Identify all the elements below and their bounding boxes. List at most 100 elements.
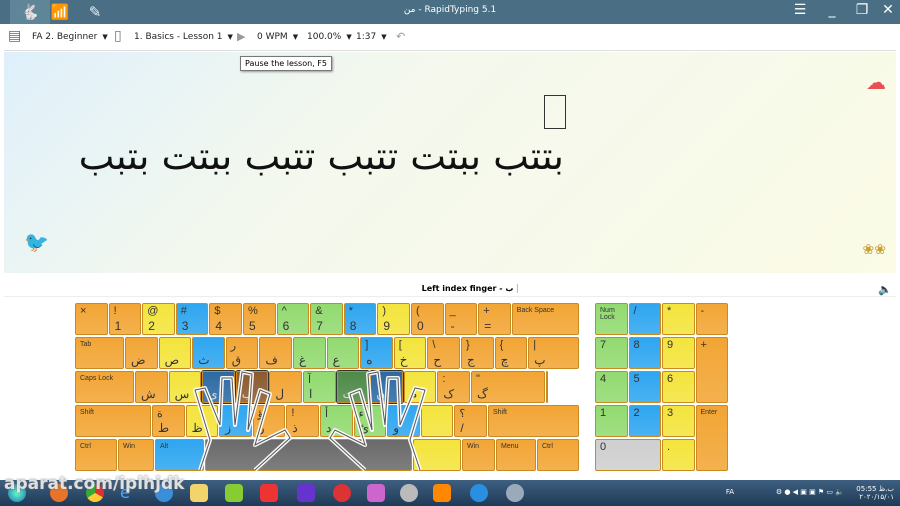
key-bottom-label: ئ bbox=[359, 421, 369, 435]
time-select[interactable]: 1:37 ▼ bbox=[356, 32, 387, 42]
key: ی bbox=[201, 370, 236, 404]
restore-button[interactable]: ❐ bbox=[850, 2, 874, 18]
key-top-label: ] bbox=[365, 339, 369, 351]
key-bottom-label: - bbox=[450, 319, 455, 333]
numpad-key: 6 bbox=[662, 371, 695, 403]
minimize-button[interactable]: _ bbox=[820, 2, 844, 18]
key-bottom-label: ت bbox=[342, 387, 354, 401]
key-bottom-label: پ bbox=[534, 353, 546, 367]
restart-icon[interactable]: ↶ bbox=[396, 30, 405, 43]
key-top-label: Ctrl bbox=[80, 443, 91, 450]
key-top-label: & bbox=[315, 305, 323, 317]
key-bottom-label: غ bbox=[299, 353, 307, 367]
time-label: 1:37 bbox=[356, 32, 377, 42]
toolbar: ▤ FA 2. Beginner ▼ ▯ 1. Basics - Lesson 1… bbox=[4, 24, 896, 51]
key-top-label: - bbox=[700, 305, 705, 317]
key-top-label: } bbox=[466, 339, 470, 351]
wpm-select[interactable]: 0 WPM ▼ bbox=[257, 32, 298, 42]
key: Ctrl bbox=[75, 439, 117, 471]
key bbox=[205, 439, 412, 471]
key-top-label: ( bbox=[416, 305, 420, 317]
key: " گ bbox=[471, 371, 546, 403]
key-bottom-label: و bbox=[393, 421, 399, 435]
key-bottom-label: ل bbox=[275, 387, 285, 401]
key: #3 bbox=[175, 303, 209, 335]
clock-date[interactable]: ۲۰۲۰/۱۵/۰۱ bbox=[856, 493, 894, 501]
key: & 7 bbox=[310, 303, 343, 335]
key-bottom-label: 8 bbox=[349, 319, 357, 333]
numpad-key: 7 bbox=[595, 337, 628, 369]
settings-icon[interactable] bbox=[400, 484, 418, 502]
numpad-key: * bbox=[662, 303, 695, 335]
key: {چ bbox=[494, 337, 528, 369]
play-pause-button[interactable]: ▶ bbox=[237, 30, 245, 43]
key-bottom-label: 3 bbox=[181, 319, 189, 333]
tray-icons[interactable]: ⚙ ● ◀ ▣ ▣ ⚑ ▭ 🔈 bbox=[776, 488, 844, 496]
key: ن bbox=[369, 370, 404, 404]
recorder-icon[interactable] bbox=[506, 484, 524, 502]
key: ض bbox=[125, 337, 158, 369]
key-top-label: % bbox=[248, 305, 258, 317]
key: ش bbox=[135, 371, 168, 403]
key: * 8 bbox=[343, 303, 377, 335]
key: ع bbox=[326, 337, 360, 369]
chevron-down-icon: ▼ bbox=[381, 33, 387, 41]
lesson-icon: ▯ bbox=[114, 28, 122, 44]
key: @2 bbox=[142, 303, 175, 335]
bluestacks-icon[interactable] bbox=[225, 484, 243, 502]
key: ظ bbox=[185, 405, 219, 437]
numpad-key: 2 bbox=[628, 405, 661, 437]
key-top-label: Win bbox=[467, 443, 480, 450]
key-bottom-label: ش bbox=[141, 387, 156, 401]
chevron-down-icon: ▼ bbox=[227, 33, 233, 41]
lesson-area[interactable]: ☁ 🐦 ❀❀ بتتب ببتت تتبب تتبب ببتت بتبب bbox=[4, 52, 896, 273]
media-icon[interactable] bbox=[297, 484, 315, 502]
key-top-label: Shift bbox=[80, 409, 95, 416]
key: ز bbox=[219, 405, 252, 437]
psiphon-icon[interactable] bbox=[333, 484, 351, 502]
key-top-label: Num Lock bbox=[600, 307, 615, 321]
key-top-label: * bbox=[348, 305, 354, 317]
key: (0 bbox=[411, 303, 444, 335]
language-indicator[interactable]: FA bbox=[726, 488, 734, 496]
explorer-icon[interactable] bbox=[190, 484, 208, 502]
key-top-label: Back Space bbox=[516, 307, 555, 314]
accuracy-select[interactable]: 100.0% ▼ bbox=[307, 32, 352, 42]
numpad-key: Enter bbox=[695, 405, 728, 471]
numpad-key: 1 bbox=[595, 405, 628, 437]
rapidtyping-taskbar-icon[interactable] bbox=[470, 484, 488, 502]
key-bottom-label: ض bbox=[131, 353, 146, 367]
key-bottom-label: ک bbox=[443, 387, 455, 401]
clock-time[interactable]: 05:55 ب.ظ bbox=[856, 485, 894, 493]
lesson-select[interactable]: 1. Basics - Lesson 1 ▼ bbox=[134, 32, 233, 42]
speaker-icon[interactable]: 🔈 bbox=[878, 283, 892, 296]
key: ^ 6 bbox=[276, 303, 310, 335]
key-bottom-label: 2 bbox=[148, 319, 155, 333]
key-bottom-label: گ bbox=[477, 387, 488, 401]
key: ءئ bbox=[353, 405, 387, 437]
key: Caps Lock bbox=[75, 371, 134, 403]
key-top-label: Menu bbox=[501, 443, 519, 450]
chevron-down-icon: ▼ bbox=[346, 33, 352, 41]
key-bottom-label: ص bbox=[164, 353, 180, 367]
key-bottom-label: ا bbox=[309, 387, 313, 401]
close-button[interactable]: ✕ bbox=[876, 2, 900, 18]
key: ؤر bbox=[252, 405, 286, 437]
key-top-label: + bbox=[483, 305, 490, 317]
anydesk-icon[interactable] bbox=[260, 484, 278, 502]
key: غ bbox=[293, 337, 326, 369]
key: س bbox=[168, 371, 202, 403]
key: $4 bbox=[209, 303, 242, 335]
key-top-label: { bbox=[499, 339, 504, 351]
tooltip: Pause the lesson, F5 bbox=[240, 56, 332, 71]
key-bottom-label: 5 bbox=[249, 319, 256, 333]
app-icon[interactable] bbox=[367, 484, 385, 502]
key-top-label: " bbox=[476, 373, 480, 385]
key-bottom-label: ج bbox=[467, 353, 475, 367]
office-icon[interactable] bbox=[433, 484, 451, 502]
key-top-label: ^ bbox=[281, 305, 287, 317]
menu-icon[interactable]: ☰ bbox=[788, 2, 812, 18]
key-top-label: Win bbox=[123, 443, 136, 450]
key-bottom-label: ق bbox=[231, 353, 242, 367]
course-select[interactable]: FA 2. Beginner ▼ bbox=[32, 32, 108, 42]
